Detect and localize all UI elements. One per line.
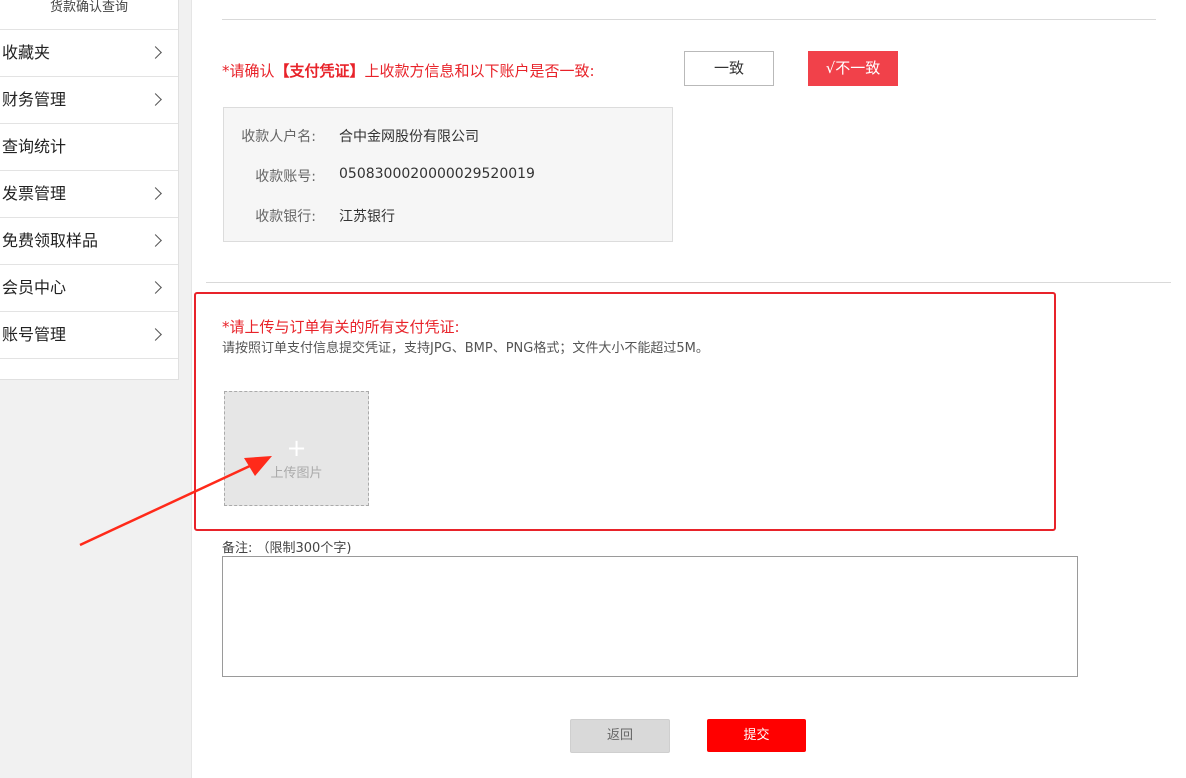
divider [206,282,1171,283]
sidebar-item-finance[interactable]: 财务管理 [0,77,178,124]
confirm-question-suffix: 上收款方信息和以下账户是否一致: [364,62,595,80]
sidebar-item-account[interactable]: 账号管理 [0,312,178,359]
account-name-label: 收款人户名: [241,129,316,145]
sidebar-item-label: 账号管理 [2,325,67,344]
confirm-question: *请确认【支付凭证】上收款方信息和以下账户是否一致: [222,60,595,81]
account-info-box: 收款人户名: 合中金网股份有限公司 收款账号: 0508300020000029… [223,107,673,242]
sidebar-item-label: 查询统计 [2,137,67,156]
confirm-question-prefix: *请确认 [222,62,275,80]
chevron-right-icon [149,281,162,294]
upload-image-button[interactable]: + 上传图片 [224,391,369,506]
remark-label: 备注: （限制300个字) [222,541,352,556]
upload-hint: 请按照订单支付信息提交凭证，支持JPG、BMP、PNG格式；文件大小不能超过5M… [222,341,709,356]
divider [222,19,1156,20]
submit-button[interactable]: 提交 [707,719,806,752]
account-name-value: 合中金网股份有限公司 [339,129,479,145]
sidebar-item-favorites[interactable]: 收藏夹 [0,30,178,77]
chevron-right-icon [149,234,162,247]
sidebar: 货款确认查询 收藏夹 财务管理 查询统计 发票管理 免费领取样品 会员中心 账号… [0,0,192,778]
sidebar-subitem-payment-confirm-query[interactable]: 货款确认查询 [0,0,178,30]
inconsistent-button[interactable]: √不一致 [808,51,898,86]
back-button[interactable]: 返回 [570,719,670,753]
sidebar-menu: 货款确认查询 收藏夹 财务管理 查询统计 发票管理 免费领取样品 会员中心 账号… [0,0,179,380]
account-number-value: 0508300020000029520019 [339,166,535,182]
sidebar-item-query-stats[interactable]: 查询统计 [0,124,178,171]
sidebar-item-label: 财务管理 [2,90,67,109]
sidebar-item-label: 收藏夹 [2,43,51,62]
chevron-right-icon [149,328,162,341]
upload-image-label: 上传图片 [270,466,323,481]
consistent-button[interactable]: 一致 [684,51,774,86]
remark-textarea[interactable] [222,556,1078,677]
sidebar-item-free-samples[interactable]: 免费领取样品 [0,218,178,265]
account-bank-label: 收款银行: [255,209,316,225]
sidebar-item-member-center[interactable]: 会员中心 [0,265,178,312]
sidebar-item-label: 免费领取样品 [2,231,99,250]
upload-title: *请上传与订单有关的所有支付凭证: [222,318,460,336]
chevron-right-icon [149,46,162,59]
account-number-label: 收款账号: [255,169,316,185]
confirm-question-highlight: 【支付凭证】 [274,62,365,80]
plus-icon: + [286,434,307,462]
account-bank-value: 江苏银行 [339,209,395,225]
chevron-right-icon [149,187,162,200]
sidebar-item-label: 发票管理 [2,184,67,203]
sidebar-item-label: 会员中心 [2,278,67,297]
sidebar-item-invoice[interactable]: 发票管理 [0,171,178,218]
chevron-right-icon [149,93,162,106]
